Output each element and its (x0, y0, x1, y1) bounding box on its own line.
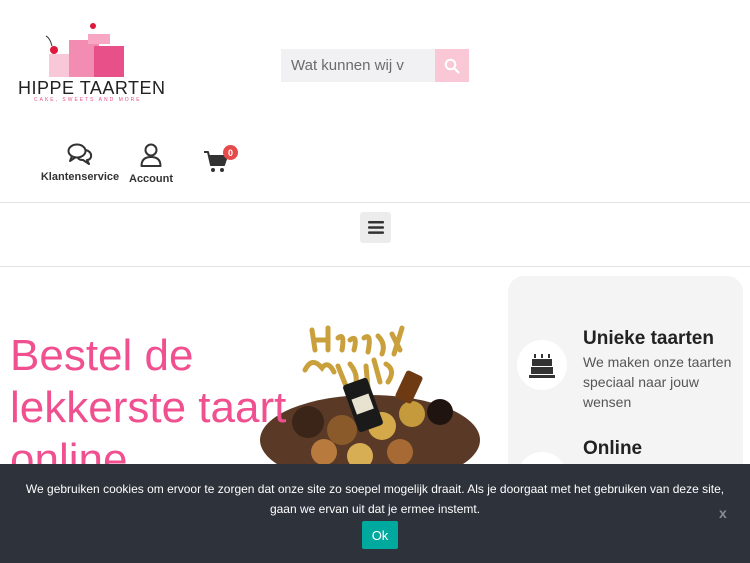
logo-boxes-icon (45, 23, 124, 77)
user-icon (140, 143, 162, 167)
search-input[interactable] (281, 49, 435, 82)
search-bar (281, 49, 469, 82)
chat-bubbles-icon (67, 143, 93, 165)
account-label: Account (129, 173, 173, 185)
hamburger-icon (367, 221, 384, 234)
feature-title: Online (583, 438, 643, 459)
cookie-ok-button[interactable]: Ok (362, 521, 398, 549)
cart-link[interactable]: 0 (203, 145, 239, 178)
feature-title: Unieke taarten (583, 328, 714, 349)
feature-icon-circle (517, 340, 567, 390)
cookie-text: We gebruiken cookies om ervoor te zorgen… (25, 482, 725, 516)
customer-service-label: Klantenservice (40, 171, 120, 183)
customer-service-link[interactable]: Klantenservice (40, 143, 120, 183)
cookie-close-icon[interactable]: x (719, 505, 727, 521)
site-logo[interactable]: HIPPE TAARTEN CAKE, SWEETS AND MORE (16, 22, 176, 103)
logo-text: HIPPE TAARTEN (18, 78, 166, 98)
hamburger-menu-button[interactable] (360, 212, 391, 243)
search-icon (444, 58, 460, 74)
hero-title: Bestel de lekkerste taart online (10, 331, 287, 484)
search-button[interactable] (435, 49, 469, 82)
feature-text: We maken onze taarten speciaal naar jouw… (583, 354, 732, 410)
account-link[interactable]: Account (126, 143, 176, 185)
cookie-consent-bar: We gebruiken cookies om ervoor te zorgen… (0, 464, 750, 563)
birthday-cake-icon (529, 354, 555, 378)
logo-tagline: CAKE, SWEETS AND MORE (34, 97, 142, 103)
header-divider (0, 202, 750, 203)
cart-count-badge: 0 (223, 145, 238, 160)
nav-divider (0, 266, 750, 267)
